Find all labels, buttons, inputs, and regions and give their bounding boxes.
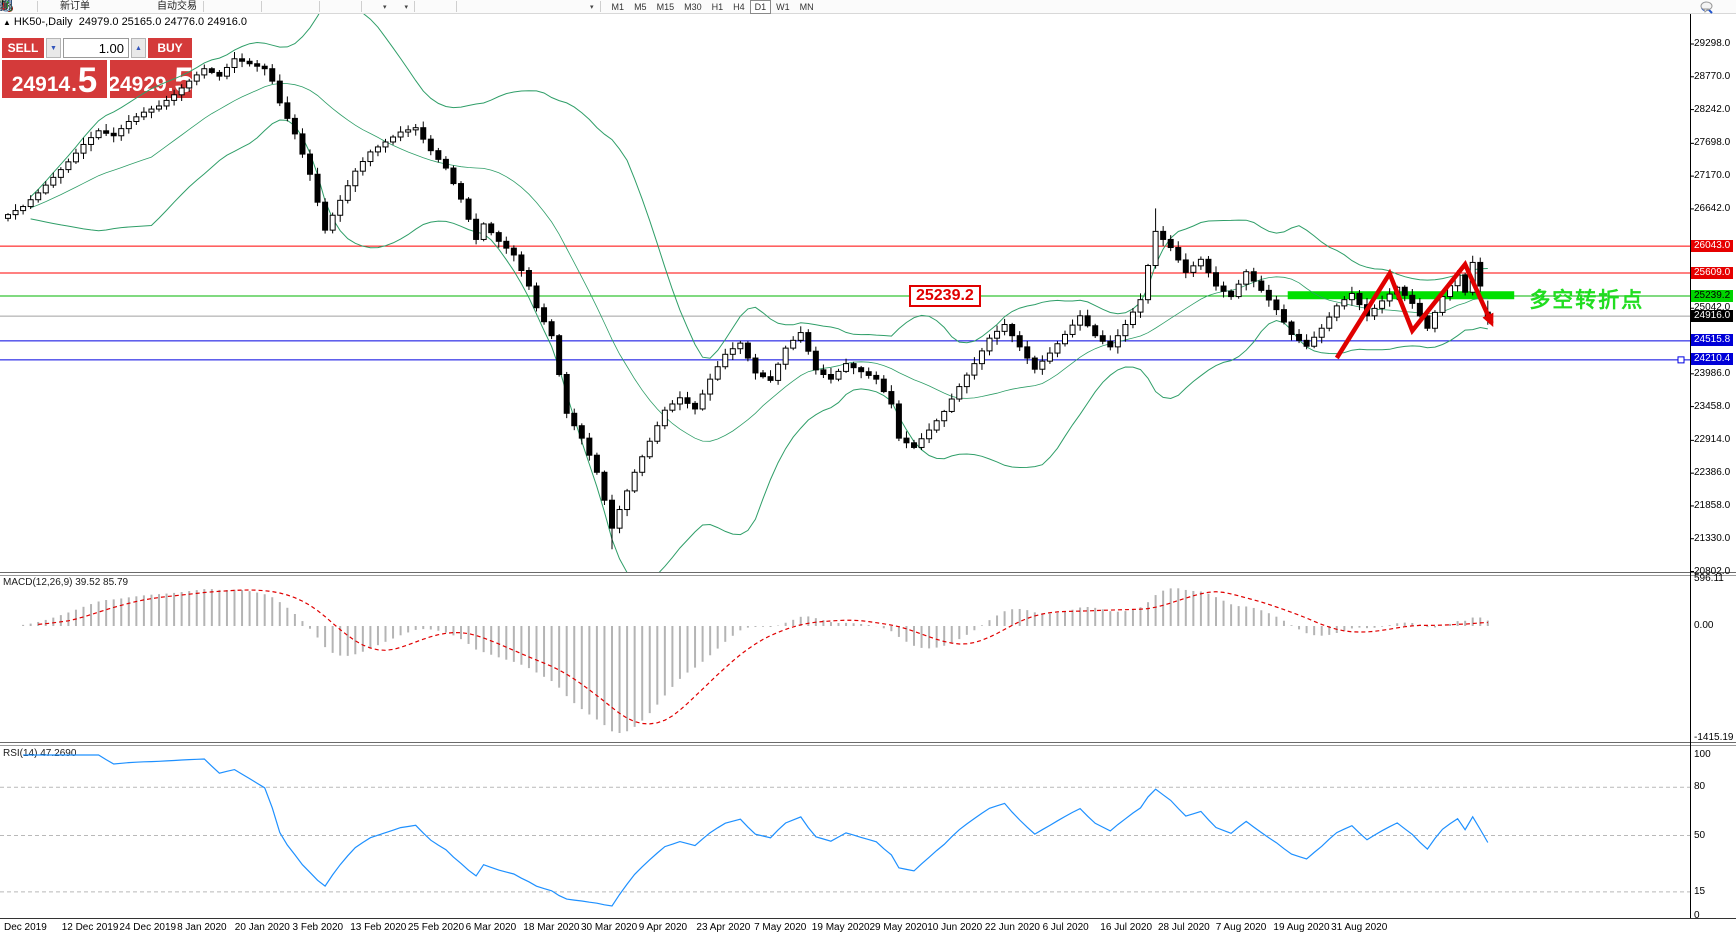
price-axis-flag: 25239.2	[1691, 289, 1734, 302]
date-axis-label: 9 Apr 2020	[638, 922, 688, 933]
date-axis-label: 7 Aug 2020	[1215, 922, 1267, 933]
date-axis-label: 6 Mar 2020	[465, 922, 517, 933]
price-axis-tick: 23458.0	[1694, 400, 1731, 412]
price-axis-tick: 27170.0	[1694, 170, 1731, 182]
date-axis-label: 6 Jul 2020	[1042, 922, 1089, 933]
date-axis-label: 13 Feb 2020	[350, 922, 407, 933]
date-axis-label: 3 Feb 2020	[292, 922, 344, 933]
price-axis-tick: 21858.0	[1694, 499, 1731, 511]
date-axis-label: Dec 2019	[4, 922, 47, 933]
main-price-pane[interactable]	[0, 0, 1690, 581]
price-axis-tick: 23986.0	[1694, 367, 1731, 379]
rsi-pane[interactable]	[0, 754, 1690, 907]
date-axis-label: 7 May 2020	[754, 922, 807, 933]
price-axis-flag: 26043.0	[1691, 239, 1734, 252]
date-axis-label: 29 May 2020	[869, 922, 928, 933]
date-axis-label: 25 Feb 2020	[407, 922, 465, 933]
date-axis-label: 24 Dec 2019	[119, 922, 177, 933]
price-axis-tick: 22914.0	[1694, 434, 1731, 446]
date-axis-label: 16 Jul 2020	[1100, 922, 1153, 933]
rsi-axis-tick: 80	[1694, 781, 1706, 793]
rsi-axis-tick: 0	[1694, 910, 1700, 921]
date-axis-label: 23 Apr 2020	[696, 922, 751, 933]
price-axis-tick: 26642.0	[1694, 202, 1731, 214]
price-axis-flag: 24210.4	[1691, 353, 1734, 366]
date-axis-label: 22 Jun 2020	[984, 922, 1040, 933]
price-axis-tick: 28242.0	[1694, 103, 1731, 115]
date-axis-label: 10 Jun 2020	[927, 922, 983, 933]
mt4-terminal: 新订单 自动交易 ▾ ▾ E F A T ▾ M1 M5 M15 M30 H1 …	[0, 0, 1736, 937]
price-callout-label[interactable]: 25239.2	[908, 285, 981, 307]
price-axis-tick: 27698.0	[1694, 137, 1731, 149]
macd-axis-tick: 596.11	[1694, 572, 1724, 584]
macd-axis-tick: 0.00	[1694, 620, 1714, 631]
price-axis-flag: 24515.8	[1691, 334, 1734, 347]
macd-axis-tick: -1415.19	[1694, 731, 1734, 743]
price-axis-tick: 21330.0	[1694, 532, 1731, 544]
date-axis-label: 28 Jul 2020	[1158, 922, 1210, 933]
date-axis-label: 31 Aug 2020	[1331, 922, 1388, 933]
date-axis-label: 18 Mar 2020	[523, 922, 580, 933]
date-axis-label: 19 May 2020	[811, 922, 870, 933]
date-axis-label: 12 Dec 2019	[61, 922, 119, 933]
date-axis-label: 19 Aug 2020	[1273, 922, 1330, 933]
chart-svg[interactable]	[0, 0, 1736, 937]
price-axis-flag: 25609.0	[1691, 266, 1734, 279]
rsi-axis-tick: 100	[1694, 749, 1711, 760]
date-axis-label: 20 Jan 2020	[234, 922, 290, 933]
price-axis-tick: 29298.0	[1694, 38, 1731, 49]
price-axis-tick: 28770.0	[1694, 70, 1731, 82]
rsi-axis-tick: 50	[1694, 829, 1706, 841]
price-axis-flag: 24916.0	[1691, 309, 1734, 322]
date-axis-label: 30 Mar 2020	[581, 922, 638, 933]
rsi-axis-tick: 15	[1694, 885, 1706, 897]
macd-pane[interactable]	[22, 588, 1489, 734]
price-axis-tick: 22386.0	[1694, 467, 1731, 479]
turning-point-annotation[interactable]: 多空转折点	[1529, 284, 1644, 314]
date-axis-label: 8 Jan 2020	[177, 922, 227, 933]
